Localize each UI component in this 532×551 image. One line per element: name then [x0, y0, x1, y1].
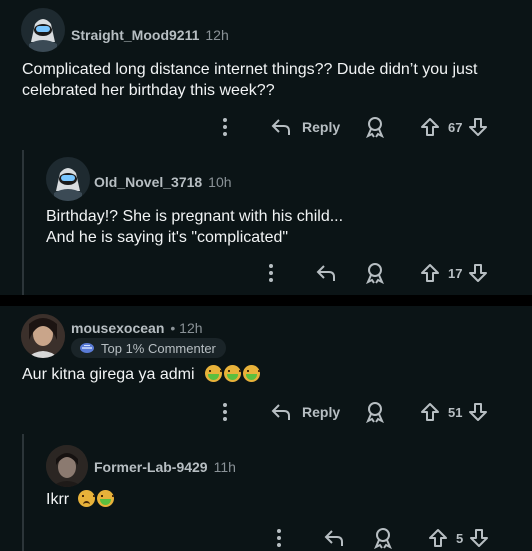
username[interactable]: Old_Novel_3718 — [94, 174, 202, 190]
reply-arrow-icon — [324, 530, 343, 546]
comment-header: Straight_Mood9211 12h — [71, 27, 229, 43]
vote-group: 51 — [420, 402, 488, 422]
award-icon — [366, 263, 384, 284]
downvote-icon[interactable] — [469, 528, 489, 548]
comment-line: And he is saying it's "complicated" — [46, 229, 289, 246]
username[interactable]: mousexocean — [71, 320, 164, 336]
comment-body: Birthday!? She is pregnant with his chil… — [46, 206, 506, 248]
downvote-icon[interactable] — [468, 117, 488, 137]
badge-label: Top 1% Commenter — [101, 340, 216, 356]
award-icon — [366, 117, 384, 138]
top-commenter-badge[interactable]: Top 1% Commenter — [71, 338, 226, 358]
timestamp: • 12h — [170, 320, 203, 336]
vote-group: 5 — [428, 528, 489, 548]
upvote-icon[interactable] — [428, 528, 448, 548]
reply-arrow-icon — [271, 119, 290, 135]
nauseated-face-emoji — [223, 365, 241, 382]
nauseated-face-emoji — [204, 365, 222, 382]
comment-thread-1: Straight_Mood9211 12h Complicated long d… — [0, 0, 532, 295]
comment-line: Birthday!? She is pregnant with his chil… — [46, 208, 344, 225]
reply-button[interactable]: Reply — [270, 117, 340, 137]
comment-text: Aur kitna girega ya admi — [22, 366, 195, 383]
avatar[interactable] — [21, 8, 65, 52]
username[interactable]: Straight_Mood9211 — [71, 27, 199, 43]
nauseated-face-emoji — [96, 490, 114, 507]
more-vertical-icon — [223, 118, 227, 136]
nauseated-face-emoji — [242, 365, 260, 382]
comment-body: Ikrr — [46, 489, 114, 510]
avatar[interactable] — [21, 314, 65, 358]
more-options-button[interactable] — [219, 402, 231, 422]
downvote-icon[interactable] — [468, 263, 488, 283]
upvote-icon[interactable] — [420, 117, 440, 137]
comment-body: Complicated long distance internet thing… — [22, 61, 478, 99]
reply-label: Reply — [302, 404, 341, 420]
timestamp: 10h — [208, 174, 232, 190]
persevering-face-emoji — [77, 490, 95, 507]
more-vertical-icon — [223, 403, 227, 421]
comment-header: Former-Lab-9429 11h — [94, 459, 236, 475]
comment-text: Ikrr — [46, 491, 70, 508]
thread-line[interactable] — [22, 434, 24, 551]
avatar[interactable] — [46, 445, 88, 487]
vote-count: 17 — [448, 265, 463, 281]
downvote-icon[interactable] — [468, 402, 488, 422]
timestamp: 11h — [213, 459, 236, 475]
avatar[interactable] — [46, 157, 90, 201]
more-options-button[interactable] — [219, 117, 231, 137]
award-icon — [374, 528, 392, 549]
award-button[interactable] — [365, 116, 385, 138]
top-commenter-icon — [80, 343, 94, 353]
comment-header: mousexocean • 12h — [71, 320, 203, 336]
reply-arrow-icon — [271, 404, 290, 420]
timestamp: 12h — [205, 27, 229, 43]
more-vertical-icon — [277, 529, 281, 547]
upvote-icon[interactable] — [420, 402, 440, 422]
reply-button[interactable] — [315, 263, 337, 283]
vote-count: 51 — [448, 404, 463, 420]
reply-button[interactable]: Reply — [270, 402, 340, 422]
award-icon — [366, 402, 384, 423]
upvote-icon[interactable] — [420, 263, 440, 283]
vote-count: 5 — [456, 530, 464, 546]
award-button[interactable] — [365, 401, 385, 423]
thread-line[interactable] — [22, 150, 24, 295]
more-vertical-icon — [269, 264, 273, 282]
more-options-button[interactable] — [265, 263, 277, 283]
username[interactable]: Former-Lab-9429 — [94, 459, 208, 475]
reply-button[interactable] — [323, 528, 345, 548]
comment-thread-2: mousexocean • 12h Top 1% Commenter Aur k… — [0, 306, 532, 551]
vote-count: 67 — [448, 119, 463, 135]
comment-body: Aur kitna girega ya admi — [22, 364, 260, 385]
award-button[interactable] — [373, 527, 393, 549]
comment-header: Old_Novel_3718 10h — [94, 174, 232, 190]
reply-arrow-icon — [316, 265, 335, 281]
more-options-button[interactable] — [273, 528, 285, 548]
vote-group: 67 — [420, 117, 488, 137]
reply-label: Reply — [302, 119, 341, 135]
award-button[interactable] — [365, 262, 385, 284]
vote-group: 17 — [420, 263, 488, 283]
